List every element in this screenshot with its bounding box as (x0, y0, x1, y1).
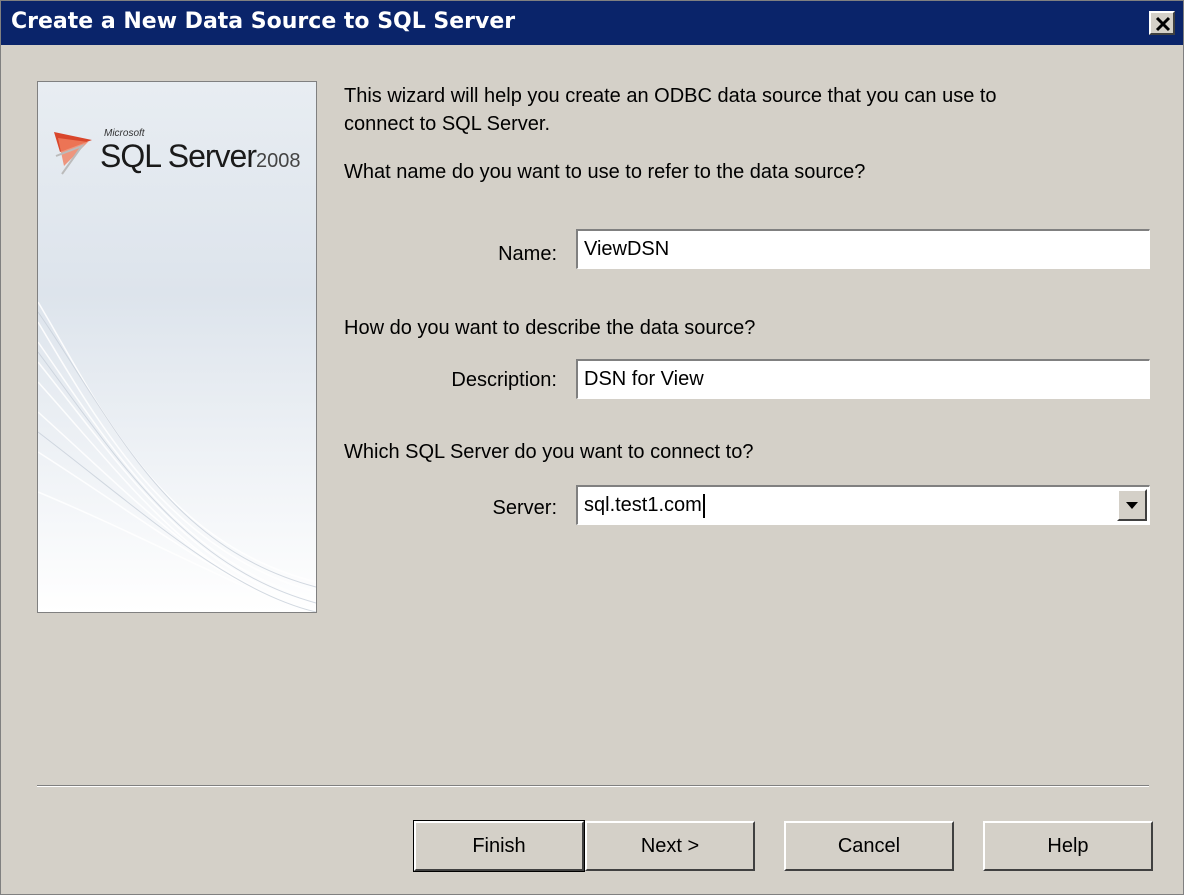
next-button[interactable]: Next > (585, 821, 755, 871)
cancel-button[interactable]: Cancel (784, 821, 954, 871)
window-title: Create a New Data Source to SQL Server (11, 9, 516, 34)
close-icon (1155, 16, 1171, 32)
decorative-waves (38, 301, 316, 612)
description-question: How do you want to describe the data sou… (344, 317, 756, 339)
server-dropdown-button[interactable] (1117, 489, 1147, 521)
name-question: What name do you want to use to refer to… (344, 161, 866, 183)
sql-server-logo: Microsoft SQL Server2008 (52, 126, 312, 186)
close-button[interactable] (1149, 11, 1175, 35)
description-label: Description: (451, 369, 557, 391)
text-cursor (702, 493, 705, 518)
description-field[interactable]: DSN for View (576, 359, 1150, 399)
button-separator (37, 785, 1149, 787)
server-label: Server: (492, 497, 557, 519)
server-value: sql.test1.com (584, 494, 702, 516)
logo-product-text: SQL Server2008 (100, 138, 301, 174)
finish-button[interactable]: Finish (413, 820, 585, 872)
chevron-down-icon (1126, 502, 1138, 509)
intro-text-line2: connect to SQL Server. (344, 113, 551, 135)
server-question: Which SQL Server do you want to connect … (344, 441, 754, 463)
name-field[interactable]: ViewDSN (576, 229, 1150, 269)
server-combobox[interactable]: sql.test1.com (576, 485, 1150, 525)
wizard-side-image: Microsoft SQL Server2008 (37, 81, 317, 613)
name-label: Name: (498, 243, 557, 265)
title-bar[interactable]: Create a New Data Source to SQL Server (1, 1, 1183, 45)
help-button[interactable]: Help (983, 821, 1153, 871)
intro-text-line1: This wizard will help you create an ODBC… (344, 85, 997, 107)
dialog-window: Create a New Data Source to SQL Server M… (0, 0, 1184, 895)
